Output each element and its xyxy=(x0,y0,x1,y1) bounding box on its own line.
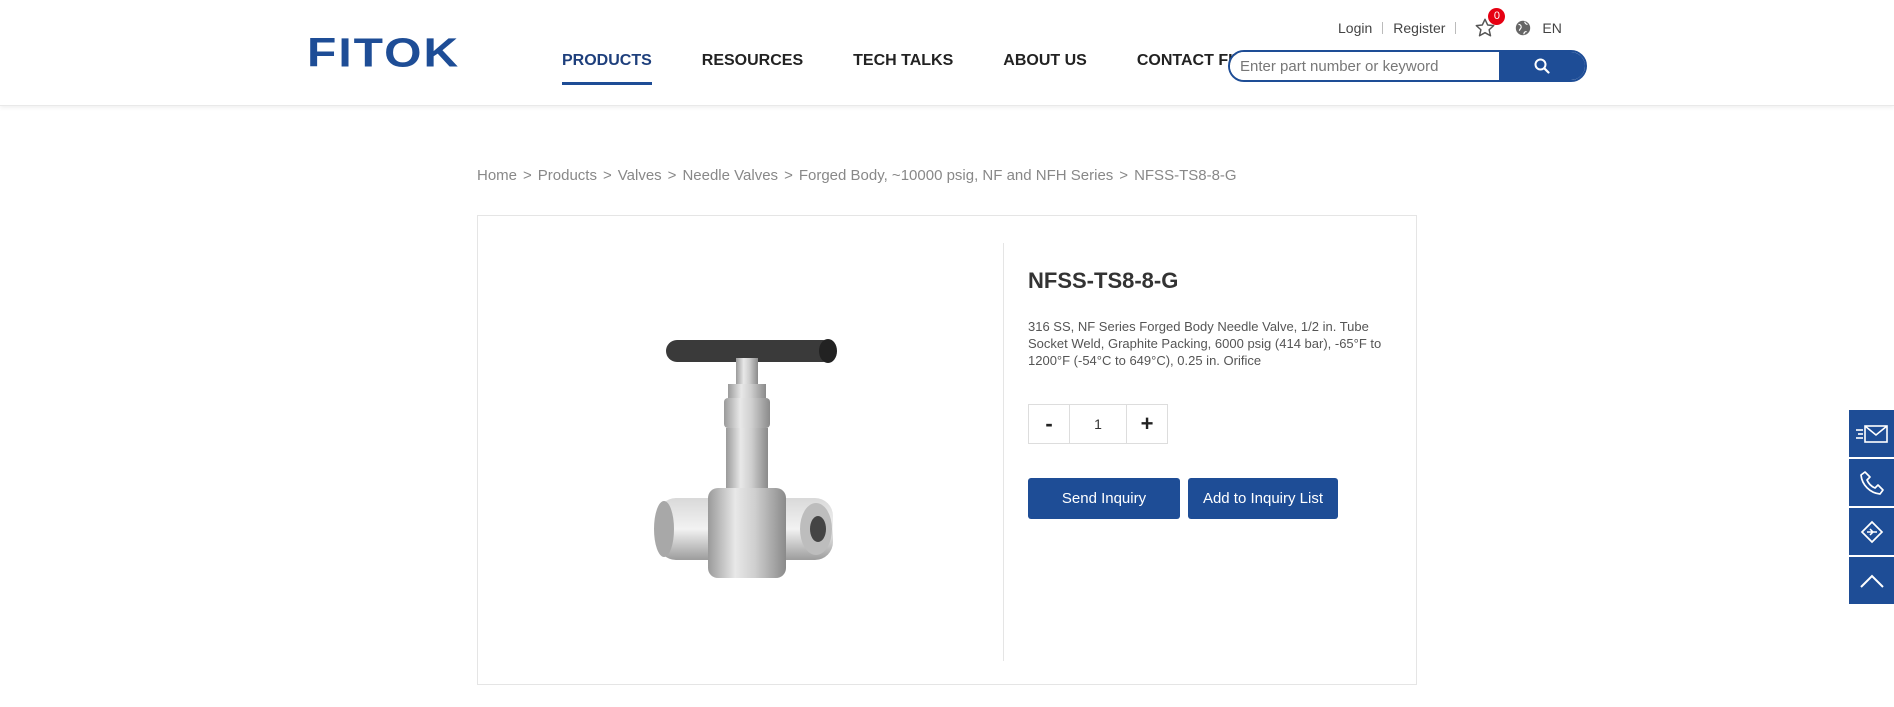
nav-resources[interactable]: RESOURCES xyxy=(702,52,803,88)
side-email-button[interactable] xyxy=(1849,410,1894,457)
favorites-button[interactable]: 0 xyxy=(1474,8,1506,39)
divider xyxy=(1455,22,1457,34)
breadcrumb-valves[interactable]: Valves xyxy=(618,167,662,184)
favorites-count-badge: 0 xyxy=(1488,8,1506,25)
breadcrumb-current: NFSS-TS8-8-G xyxy=(1134,167,1237,184)
login-link[interactable]: Login xyxy=(1338,20,1372,36)
search-bar xyxy=(1228,50,1587,82)
register-link[interactable]: Register xyxy=(1393,20,1445,36)
phone-icon xyxy=(1859,470,1884,495)
breadcrumb-separator: > xyxy=(602,167,612,184)
breadcrumb-separator: > xyxy=(784,167,793,184)
quantity-stepper: - 1 + xyxy=(1028,404,1168,444)
nav-tech-talks[interactable]: TECH TALKS xyxy=(853,52,953,88)
product-card: NFSS-TS8-8-G 316 SS, NF Series Forged Bo… xyxy=(477,215,1417,685)
site-header: FITOK PRODUCTS RESOURCES TECH TALKS ABOU… xyxy=(0,0,1894,106)
globe-icon[interactable] xyxy=(1514,19,1532,37)
floating-sidebar xyxy=(1849,410,1894,606)
product-title: NFSS-TS8-8-G xyxy=(1028,268,1179,293)
card-divider xyxy=(1003,243,1004,661)
fitok-logo[interactable]: FITOK xyxy=(307,30,460,77)
handshake-icon xyxy=(1860,520,1883,543)
language-selector[interactable]: EN xyxy=(1542,20,1561,36)
search-icon xyxy=(1534,58,1550,74)
quantity-decrease-button[interactable]: - xyxy=(1029,405,1069,443)
send-inquiry-button[interactable]: Send Inquiry xyxy=(1028,478,1180,519)
search-input[interactable] xyxy=(1230,52,1499,80)
back-to-top-button[interactable] xyxy=(1849,557,1894,604)
breadcrumb-separator: > xyxy=(1119,167,1129,184)
quantity-increase-button[interactable]: + xyxy=(1127,405,1167,443)
side-handshake-button[interactable] xyxy=(1849,508,1894,555)
nav-products[interactable]: PRODUCTS xyxy=(562,52,652,88)
divider xyxy=(1382,22,1384,34)
breadcrumb-home[interactable]: Home xyxy=(477,167,517,184)
breadcrumb-products[interactable]: Products xyxy=(538,167,597,184)
search-button[interactable] xyxy=(1499,52,1585,80)
main-nav: PRODUCTS RESOURCES TECH TALKS ABOUT US C… xyxy=(562,52,1316,88)
top-links: Login Register 0 EN xyxy=(1338,8,1562,39)
product-image xyxy=(654,339,837,578)
add-to-inquiry-list-button[interactable]: Add to Inquiry List xyxy=(1188,478,1338,519)
side-phone-button[interactable] xyxy=(1849,459,1894,506)
back-to-top-icon xyxy=(1859,574,1884,588)
mail-icon xyxy=(1855,424,1888,443)
breadcrumb-separator: > xyxy=(523,167,532,184)
product-description: 316 SS, NF Series Forged Body Needle Val… xyxy=(1028,319,1382,368)
breadcrumb-separator: > xyxy=(667,167,677,184)
breadcrumb-series[interactable]: Forged Body, ~10000 psig, NF and NFH Ser… xyxy=(799,167,1113,184)
quantity-input[interactable]: 1 xyxy=(1069,405,1127,443)
nav-about-us[interactable]: ABOUT US xyxy=(1003,52,1087,88)
breadcrumb: Home > Products > Valves > Needle Valves… xyxy=(477,167,1237,184)
breadcrumb-needle-valves[interactable]: Needle Valves xyxy=(682,167,778,184)
